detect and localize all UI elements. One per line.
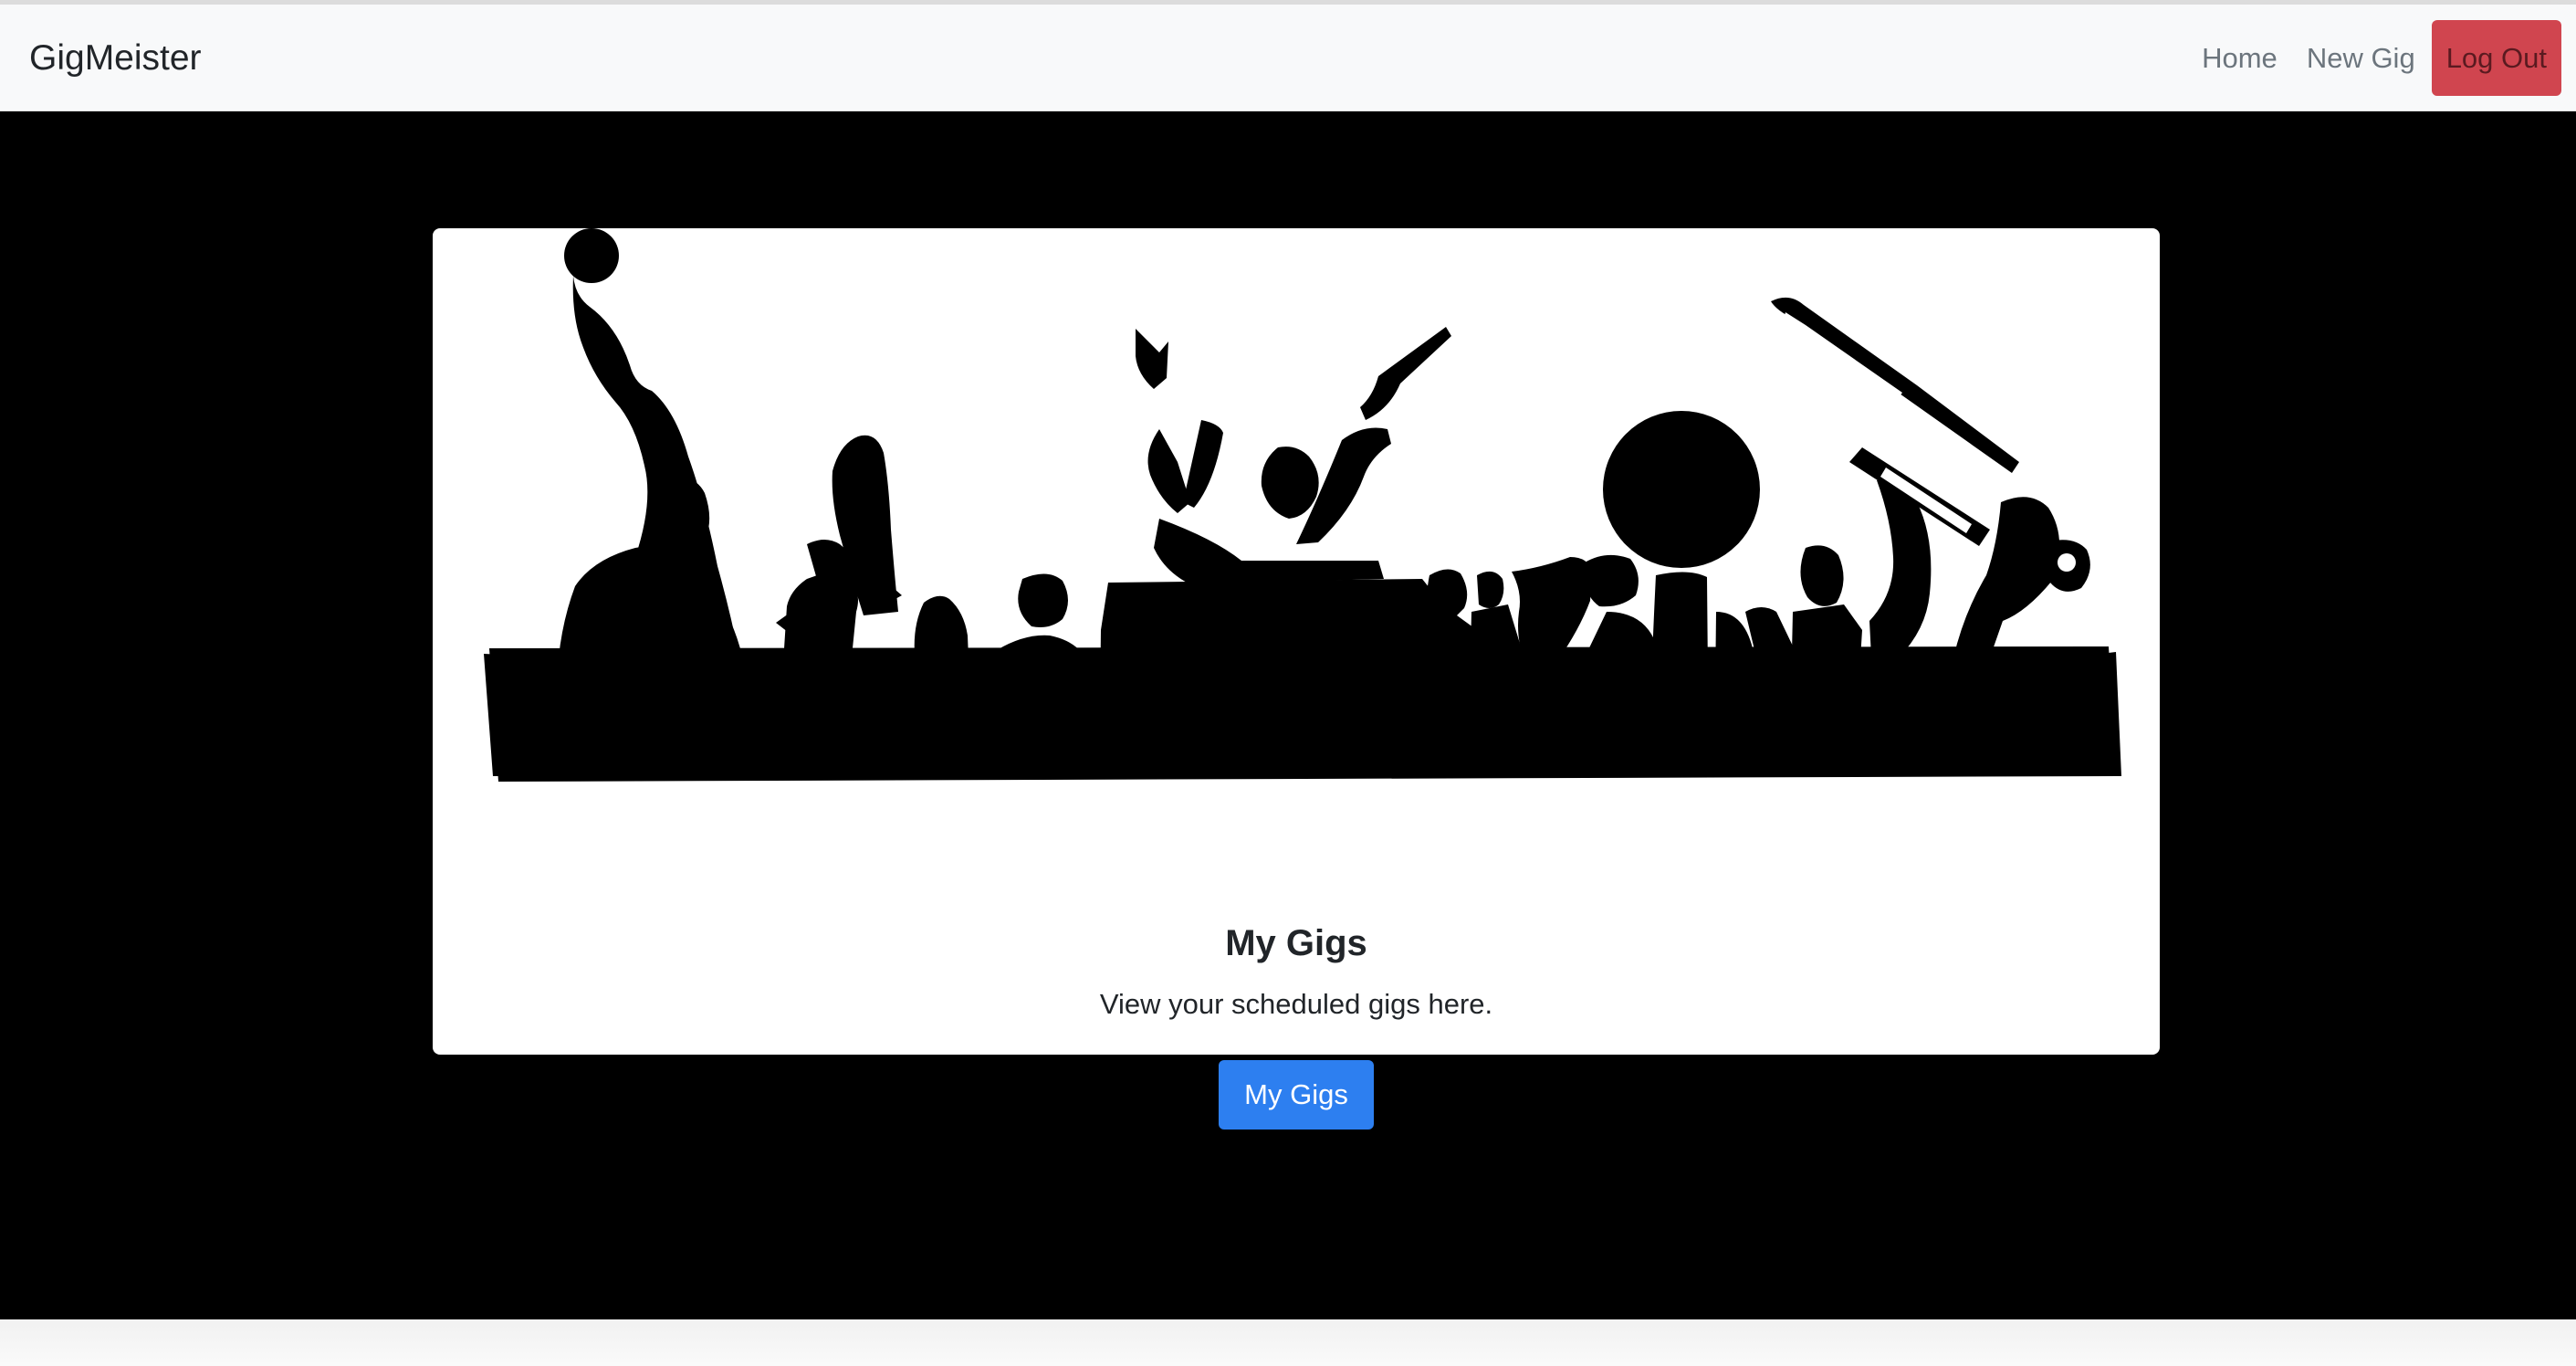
nav-new-gig-link[interactable]: New Gig	[2292, 20, 2430, 96]
orchestra-silhouette-illustration	[484, 228, 2121, 782]
hero-section: My Gigs View your scheduled gigs here. M…	[0, 111, 2576, 1319]
card-description: View your scheduled gigs here.	[1099, 988, 1493, 1020]
gigs-card: My Gigs View your scheduled gigs here. M…	[433, 228, 2160, 1130]
card-title: My Gigs	[1225, 923, 1367, 963]
page-footer-strip	[0, 1319, 2576, 1366]
my-gigs-button[interactable]: My Gigs	[1219, 1060, 1374, 1130]
navbar: GigMeister Home New Gig Log Out	[0, 5, 2576, 111]
nav-links: Home New Gig Log Out	[2187, 20, 2561, 96]
card-button-wrap: My Gigs	[433, 1060, 2160, 1130]
nav-home-link[interactable]: Home	[2187, 20, 2292, 96]
brand-link[interactable]: GigMeister	[29, 36, 202, 81]
logout-button[interactable]: Log Out	[2431, 20, 2561, 96]
